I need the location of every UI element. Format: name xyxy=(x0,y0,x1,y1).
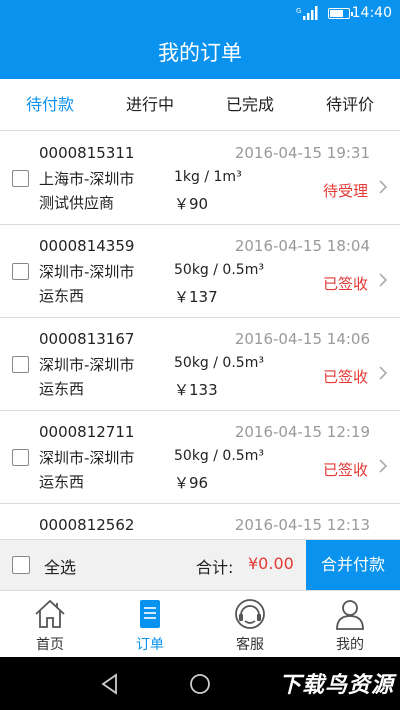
nav-label: 订单 xyxy=(136,637,164,653)
order-price: ￥96 xyxy=(174,474,209,492)
order-date: 2016-04-15 14:06 xyxy=(234,330,370,348)
svg-text:G: G xyxy=(296,7,301,15)
order-route: 深圳市-深圳市 xyxy=(39,449,135,467)
order-date: 2016-04-15 19:31 xyxy=(234,144,370,162)
order-row[interactable]: 0000814359 2016-04-15 18:04 深圳市-深圳市 运东西 … xyxy=(0,225,400,318)
order-row[interactable]: 0000812562 2016-04-15 12:13 xyxy=(0,504,400,539)
headset-icon xyxy=(235,599,265,629)
total-label: 合计: xyxy=(196,558,234,577)
order-route: 上海市-深圳市 xyxy=(39,170,135,188)
order-checkbox[interactable] xyxy=(12,356,29,373)
tab-in-progress[interactable]: 进行中 xyxy=(100,79,200,130)
select-all-checkbox[interactable] xyxy=(12,556,30,574)
nav-label: 客服 xyxy=(236,637,264,653)
nav-home[interactable]: 首页 xyxy=(0,591,100,657)
order-weight: 50kg / 0.5m³ xyxy=(174,355,264,371)
watermark: 下载鸟资源 xyxy=(278,673,394,698)
chevron-right-icon xyxy=(379,273,388,287)
chevron-right-icon xyxy=(379,180,388,194)
order-status: 已签收 xyxy=(322,275,368,293)
nav-customer-service[interactable]: 客服 xyxy=(200,591,300,657)
order-price: ￥90 xyxy=(174,195,209,213)
order-company: 运东西 xyxy=(39,473,85,491)
order-date: 2016-04-15 12:13 xyxy=(234,516,370,534)
order-checkbox[interactable] xyxy=(12,170,29,187)
combined-pay-button[interactable]: 合并付款 xyxy=(306,540,400,590)
system-nav-bar: 下载鸟资源 xyxy=(0,657,400,710)
order-row[interactable]: 0000815311 2016-04-15 19:31 上海市-深圳市 测试供应… xyxy=(0,132,400,225)
tab-pending-review[interactable]: 待评价 xyxy=(300,79,400,130)
order-price: ￥133 xyxy=(174,381,218,399)
order-icon xyxy=(140,600,160,628)
order-row[interactable]: 0000812711 2016-04-15 12:19 深圳市-深圳市 运东西 … xyxy=(0,411,400,504)
order-number: 0000812711 xyxy=(39,423,135,441)
signal-icon: G xyxy=(296,6,318,20)
order-date: 2016-04-15 18:04 xyxy=(234,237,370,255)
nav-orders[interactable]: 订单 xyxy=(100,591,200,657)
order-date: 2016-04-15 12:19 xyxy=(234,423,370,441)
bottom-nav: 首页 订单 客服 我的 xyxy=(0,590,400,657)
order-company: 运东西 xyxy=(39,287,85,305)
order-number: 0000815311 xyxy=(39,144,135,162)
order-route: 深圳市-深圳市 xyxy=(39,356,135,374)
order-weight: 50kg / 0.5m³ xyxy=(174,262,264,278)
chevron-right-icon xyxy=(379,459,388,473)
nav-label: 首页 xyxy=(36,637,64,653)
order-route: 深圳市-深圳市 xyxy=(39,263,135,281)
battery-icon xyxy=(328,8,353,19)
order-price: ￥137 xyxy=(174,288,218,306)
chevron-right-icon xyxy=(379,366,388,380)
select-all-label[interactable]: 全选 xyxy=(44,554,76,578)
tab-pending-payment[interactable]: 待付款 xyxy=(0,79,100,130)
page-title: 我的订单 xyxy=(0,27,400,79)
order-tabs: 待付款 进行中 已完成 待评价 xyxy=(0,79,400,131)
total-value: ¥0.00 xyxy=(248,554,294,573)
nav-label: 我的 xyxy=(336,637,364,653)
status-time: 14:40 xyxy=(351,5,392,21)
order-number: 0000813167 xyxy=(39,330,135,348)
home-icon xyxy=(35,599,65,628)
back-icon[interactable] xyxy=(100,673,120,695)
person-icon xyxy=(336,600,364,630)
order-checkbox[interactable] xyxy=(12,263,29,280)
order-status: 已签收 xyxy=(322,461,368,479)
order-weight: 50kg / 0.5m³ xyxy=(174,448,264,464)
tab-completed[interactable]: 已完成 xyxy=(200,79,300,130)
nav-profile[interactable]: 我的 xyxy=(300,591,400,657)
order-number: 0000814359 xyxy=(39,237,135,255)
order-company: 运东西 xyxy=(39,380,85,398)
checkout-bar: 全选 合计: ¥0.00 合并付款 xyxy=(0,539,400,590)
order-checkbox[interactable] xyxy=(12,449,29,466)
status-bar: G 14:40 xyxy=(0,0,400,27)
order-weight: 1kg / 1m³ xyxy=(174,169,242,185)
order-number: 0000812562 xyxy=(39,516,135,534)
order-status: 已签收 xyxy=(322,368,368,386)
order-list[interactable]: 0000815311 2016-04-15 19:31 上海市-深圳市 测试供应… xyxy=(0,132,400,539)
order-row[interactable]: 0000813167 2016-04-15 14:06 深圳市-深圳市 运东西 … xyxy=(0,318,400,411)
order-company: 测试供应商 xyxy=(39,194,115,212)
home-button-icon[interactable] xyxy=(189,673,211,695)
order-status: 待受理 xyxy=(322,182,368,200)
